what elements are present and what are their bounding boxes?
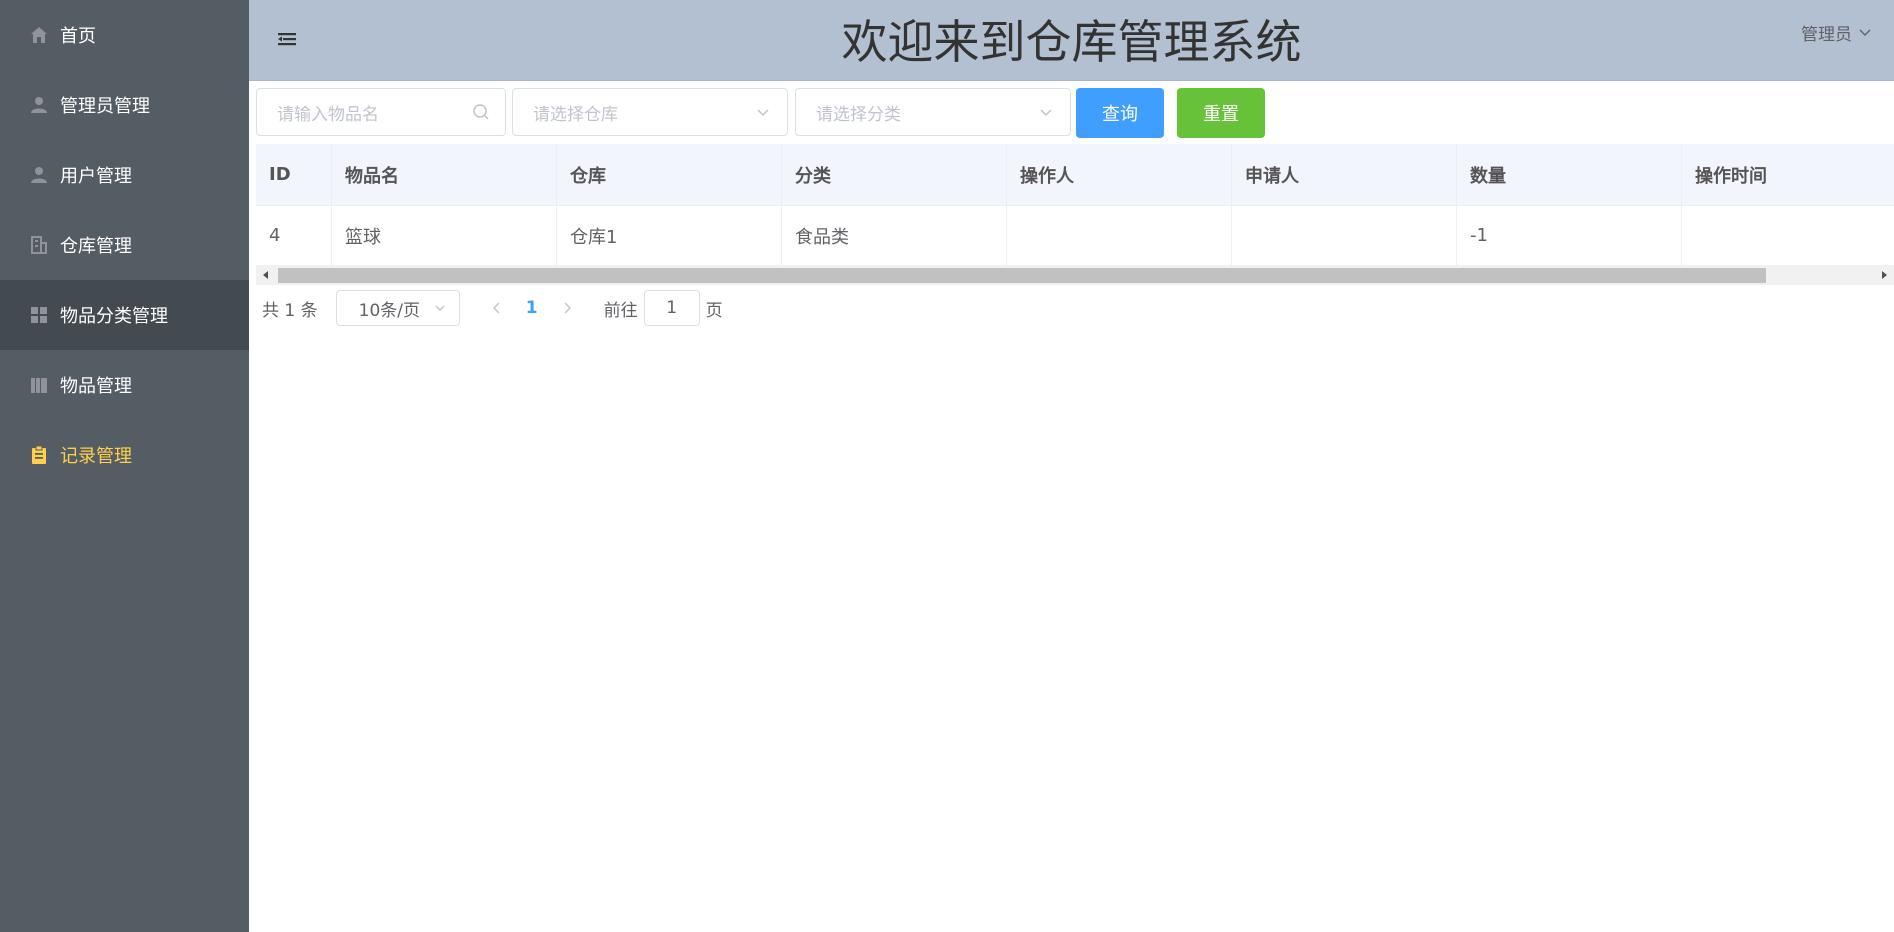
column-header-id[interactable]: ID — [256, 144, 332, 205]
cell-time — [1682, 206, 1894, 265]
record-table: ID 物品名 仓库 分类 操作人 申请人 数量 操作时间 4 篮球 仓库1 食品… — [256, 144, 1894, 266]
chevron-down-icon — [435, 305, 445, 311]
column-header-category[interactable]: 分类 — [782, 144, 1007, 205]
sidebar-item-label: 用户管理 — [60, 166, 132, 187]
cell-applicant — [1232, 206, 1457, 265]
cell-count: -1 — [1457, 206, 1682, 265]
search-placeholder: 请输入物品名 — [277, 104, 379, 125]
column-header-time[interactable]: 操作时间 — [1682, 144, 1894, 205]
search-input[interactable]: 请输入物品名 — [256, 88, 506, 136]
column-header-storage[interactable]: 仓库 — [557, 144, 782, 205]
pagination: 共 1 条 10条/页 1 前往 1 页 — [262, 288, 723, 328]
query-button[interactable]: 查询 — [1076, 88, 1164, 138]
sidebar-item-storage[interactable]: 仓库管理 — [0, 210, 249, 280]
cell-category: 食品类 — [782, 206, 1007, 265]
scroll-left-icon[interactable] — [260, 269, 272, 281]
next-page-button[interactable] — [552, 290, 582, 326]
page-title: 欢迎来到仓库管理系统 — [841, 15, 1302, 69]
chevron-down-icon — [1859, 29, 1871, 36]
chevron-down-icon — [753, 102, 773, 122]
goto-label: 前往 — [603, 300, 638, 321]
cell-id: 4 — [256, 206, 332, 265]
scrollbar-thumb[interactable] — [278, 268, 1766, 283]
user-name: 管理员 — [1801, 25, 1852, 45]
table-header-row: ID 物品名 仓库 分类 操作人 申请人 数量 操作时间 — [256, 144, 1894, 206]
cell-operator — [1007, 206, 1232, 265]
user-icon — [28, 164, 50, 186]
office-building-icon — [28, 234, 50, 256]
sidebar-item-label: 记录管理 — [60, 446, 132, 467]
reset-button[interactable]: 重置 — [1177, 88, 1265, 138]
sidebar-item-label: 管理员管理 — [60, 96, 150, 117]
grid-icon — [28, 304, 50, 326]
sidebar-item-goodstype[interactable]: 物品分类管理 — [0, 280, 249, 350]
sidebar-item-record[interactable]: 记录管理 — [0, 420, 249, 490]
sidebar: 首页 管理员管理 用户管理 仓库管理 物品分类管理 物品管理 记录管理 — [0, 0, 249, 932]
sidebar-item-label: 物品分类管理 — [60, 306, 168, 327]
goto-page-input[interactable]: 1 — [643, 290, 700, 326]
scroll-right-icon[interactable] — [1878, 269, 1890, 281]
cell-goods: 篮球 — [332, 206, 557, 265]
document-icon — [28, 444, 50, 466]
sidebar-item-label: 首页 — [60, 26, 96, 47]
chevron-right-icon — [564, 302, 571, 314]
sidebar-item-label: 物品管理 — [60, 376, 132, 397]
category-placeholder: 请选择分类 — [816, 104, 901, 125]
home-icon — [28, 24, 50, 46]
column-header-count[interactable]: 数量 — [1457, 144, 1682, 205]
storage-placeholder: 请选择仓库 — [533, 104, 618, 125]
page-suffix: 页 — [705, 300, 723, 321]
user-dropdown[interactable]: 管理员 — [1801, 20, 1872, 45]
cell-storage: 仓库1 — [557, 206, 782, 265]
storage-select[interactable]: 请选择仓库 — [512, 88, 788, 136]
page-size-value: 10条/页 — [358, 300, 420, 321]
column-header-goods[interactable]: 物品名 — [332, 144, 557, 205]
notebook-icon — [28, 374, 50, 396]
user-icon — [28, 94, 50, 116]
chevron-left-icon — [492, 302, 500, 314]
sidebar-item-label: 仓库管理 — [60, 236, 132, 257]
page-size-select[interactable]: 10条/页 — [335, 290, 460, 326]
pagination-total: 共 1 条 — [262, 300, 318, 321]
page-number[interactable]: 1 — [512, 298, 552, 318]
prev-page-button[interactable] — [482, 290, 512, 326]
sidebar-item-admin[interactable]: 管理员管理 — [0, 70, 249, 140]
sidebar-item-goods[interactable]: 物品管理 — [0, 350, 249, 420]
horizontal-scrollbar[interactable] — [256, 265, 1894, 285]
sidebar-item-home[interactable]: 首页 — [0, 0, 249, 70]
chevron-down-icon — [1036, 102, 1056, 122]
sidebar-item-user[interactable]: 用户管理 — [0, 140, 249, 210]
category-select[interactable]: 请选择分类 — [795, 88, 1071, 136]
table-row[interactable]: 4 篮球 仓库1 食品类 -1 — [256, 206, 1894, 266]
header: 欢迎来到仓库管理系统 管理员 — [249, 0, 1894, 81]
column-header-applicant[interactable]: 申请人 — [1232, 144, 1457, 205]
column-header-operator[interactable]: 操作人 — [1007, 144, 1232, 205]
search-icon — [471, 102, 491, 122]
